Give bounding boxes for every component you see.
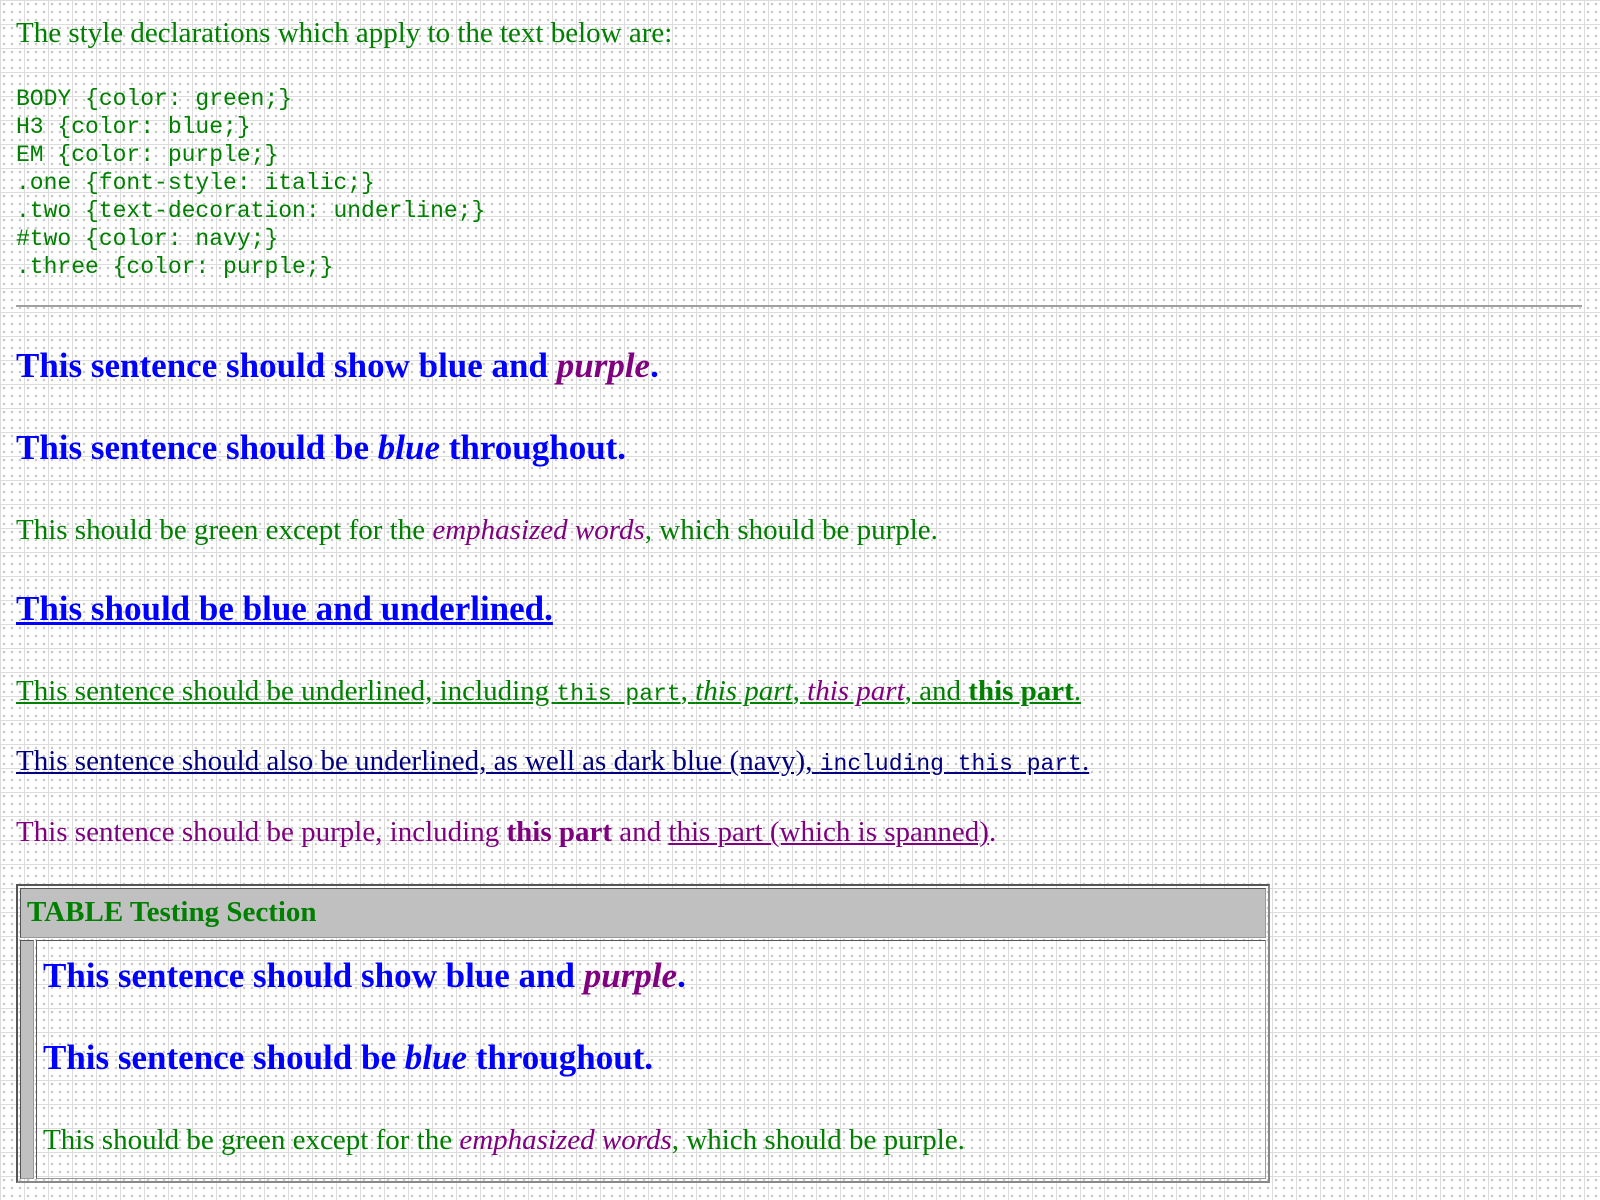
bold-segment: this part: [968, 674, 1074, 707]
text-segment: .: [1081, 745, 1090, 778]
heading-text: This sentence should be: [16, 427, 378, 467]
spanned-segment: this part (which is spanned): [668, 816, 989, 849]
heading-blue-underlined: This should be blue and underlined.: [16, 588, 553, 628]
paragraph-text: This should be green except for the: [16, 513, 433, 546]
heading-end: .: [677, 955, 686, 995]
paragraph-underlined: This sentence should be underlined, incl…: [16, 674, 1584, 709]
code-segment: this part: [556, 680, 681, 707]
code-segment: including this part: [819, 751, 1082, 778]
emphasis-segment: this part: [807, 674, 905, 707]
table-content-cell: This sentence should show blue and purpl…: [36, 939, 1266, 1179]
emphasis-text: blue: [404, 1037, 467, 1077]
table-spacer-cell: [20, 939, 34, 1179]
emphasis-text: purple: [556, 345, 651, 385]
heading-text: This sentence should show blue and: [43, 955, 584, 995]
table-heading-blue-purple: This sentence should show blue and purpl…: [43, 955, 1259, 997]
divider: [16, 304, 1582, 307]
text-segment: This sentence should also be underlined,…: [16, 745, 820, 778]
emphasis-text: purple: [583, 955, 678, 995]
text-segment: ,: [680, 674, 696, 707]
text-segment: and: [612, 816, 669, 849]
heading-end: throughout.: [466, 1037, 654, 1077]
style-declarations-code: BODY {color: green;} H3 {color: blue;} E…: [16, 85, 486, 280]
text-segment: .: [1073, 674, 1082, 707]
bold-segment: this part: [506, 816, 613, 849]
italic-segment: this part: [695, 674, 793, 707]
emphasis-text: emphasized words: [459, 1123, 672, 1156]
paragraph-purple: This sentence should be purple, includin…: [16, 815, 1584, 850]
emphasis-text: blue: [377, 427, 440, 467]
table-caption: TABLE Testing Section: [20, 887, 1266, 938]
heading-text: This sentence should be: [43, 1037, 405, 1077]
table-heading-blue-throughout: This sentence should be blue throughout.: [43, 1037, 1259, 1079]
intro-text: The style declarations which apply to th…: [16, 17, 673, 49]
paragraph-green-emphasis: This should be green except for the emph…: [16, 513, 1584, 548]
paragraph-navy-underlined: This sentence should also be underlined,…: [16, 744, 1584, 779]
text-segment: .: [988, 816, 997, 849]
text-segment: This sentence should be purple, includin…: [16, 816, 507, 849]
emphasis-text: emphasized words: [432, 513, 645, 546]
table-testing-section: TABLE Testing Section This sentence shou…: [16, 883, 1270, 1183]
heading-blue-purple: This sentence should show blue and purpl…: [16, 345, 1584, 387]
text-segment: ,: [792, 674, 808, 707]
heading-end: throughout.: [439, 427, 627, 467]
heading-text: This sentence should show blue and: [16, 345, 557, 385]
text-segment: , and: [904, 674, 969, 707]
heading-end: .: [650, 345, 659, 385]
paragraph-end: , which should be purple.: [644, 513, 938, 546]
heading-blue-throughout: This sentence should be blue throughout.: [16, 427, 1584, 469]
table-paragraph-green-emphasis: This should be green except for the emph…: [43, 1123, 1259, 1158]
paragraph-text: This should be green except for the: [43, 1123, 460, 1156]
paragraph-end: , which should be purple.: [671, 1123, 965, 1156]
text-segment: This sentence should be underlined, incl…: [16, 674, 557, 707]
